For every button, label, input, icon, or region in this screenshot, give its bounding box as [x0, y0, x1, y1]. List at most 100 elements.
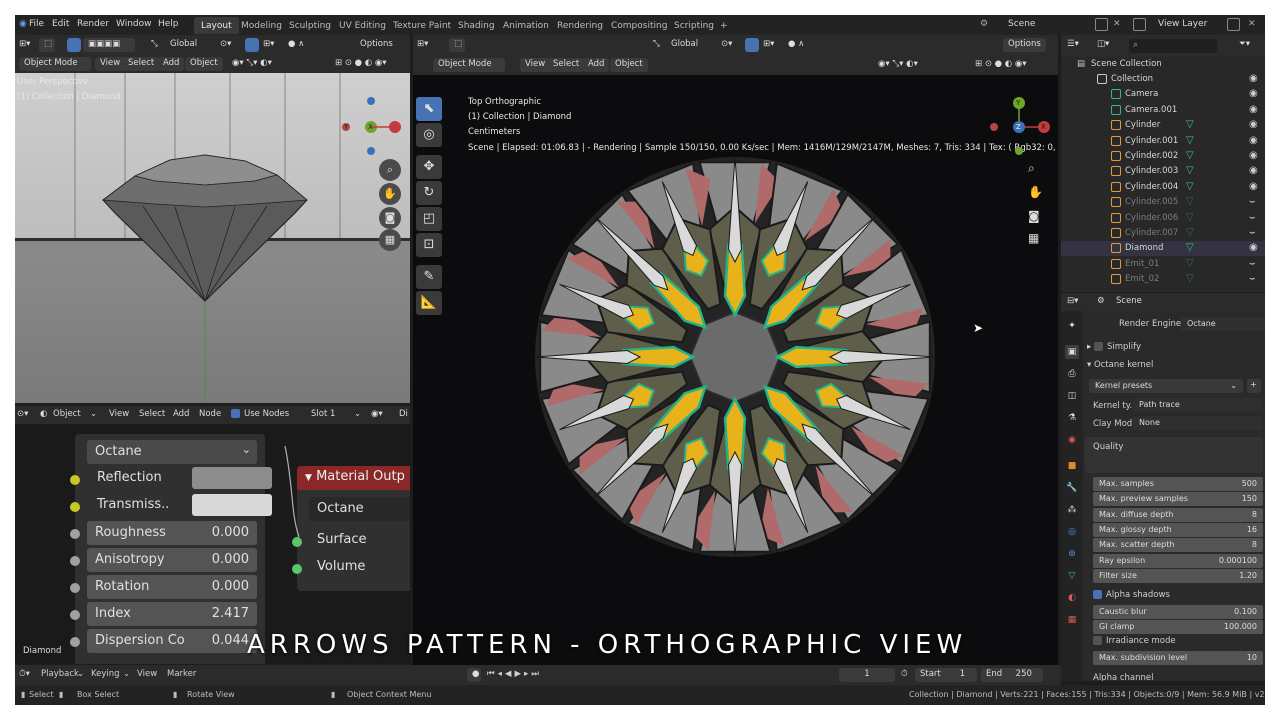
mesh-data-icon[interactable]: ▽: [1186, 273, 1194, 284]
outliner-row[interactable]: Emit_02 ⌣ ▽: [1061, 272, 1265, 287]
quality-field[interactable]: Max. preview samples 150: [1093, 492, 1263, 507]
outliner-row[interactable]: Cylinder.007 ⌣ ▽: [1061, 226, 1265, 241]
start-frame-field[interactable]: Start 1: [915, 668, 977, 682]
material-row-field[interactable]: Dispersion Co 0.044: [87, 629, 257, 653]
material-row-field[interactable]: Index 2.417: [87, 602, 257, 626]
material-props-icon[interactable]: ◐: [1065, 591, 1079, 605]
add-preset-button[interactable]: +: [1247, 379, 1261, 393]
visibility-eye-icon[interactable]: ◉: [1249, 73, 1258, 84]
input-socket[interactable]: [70, 610, 80, 620]
mode-dropdown[interactable]: Object Mode: [19, 57, 91, 71]
alpha-shadows-checkbox[interactable]: Alpha shadows: [1093, 590, 1170, 600]
main-transform-orientation-select[interactable]: Global: [671, 39, 698, 49]
blender-logo-icon[interactable]: ◉: [19, 19, 27, 29]
visibility-eye-icon[interactable]: ⌣: [1249, 212, 1256, 223]
main-zoom-icon[interactable]: ⌕: [1028, 161, 1035, 176]
outliner-row[interactable]: Emit_01 ⌣ ▽: [1061, 257, 1265, 272]
octane-kernel-panel[interactable]: ▾ Octane kernel: [1087, 360, 1153, 370]
color-swatch[interactable]: [192, 467, 272, 489]
main-menu-select[interactable]: Select: [548, 58, 585, 72]
main-proportional-edit-icon[interactable]: ● ∧: [788, 39, 804, 49]
tab-sculpting[interactable]: Sculpting: [282, 17, 338, 34]
tool-annotate-icon[interactable]: ✎: [416, 265, 442, 289]
end-frame-field[interactable]: End 250: [981, 668, 1043, 682]
visibility-eye-icon[interactable]: ◉: [1249, 150, 1258, 161]
main-editor-type-icon[interactable]: ⊞▾: [417, 39, 428, 49]
visibility-eye-icon[interactable]: ◉: [1249, 181, 1258, 192]
left-viewport-canvas[interactable]: User Perspective (1) Collection | Diamon…: [15, 73, 410, 403]
main-options-dropdown[interactable]: Options: [1003, 38, 1046, 52]
tool-props-icon[interactable]: ✦: [1065, 319, 1079, 333]
visibility-eye-icon[interactable]: ⌣: [1249, 196, 1256, 207]
slot-select[interactable]: Slot 1: [311, 409, 335, 419]
material-browse-icon[interactable]: ◉▾: [371, 409, 383, 419]
visibility-eye-icon[interactable]: ◉: [1249, 88, 1258, 99]
timeline-view-menu[interactable]: View: [137, 669, 157, 679]
tab-animation[interactable]: Animation: [496, 17, 556, 34]
view-layer-props-icon[interactable]: ◫: [1065, 389, 1079, 403]
main-transform-orientation-icon[interactable]: ⤡: [653, 39, 660, 49]
tab-rendering[interactable]: Rendering: [550, 17, 610, 34]
snap-icon[interactable]: [245, 38, 259, 52]
shading-mode-icons[interactable]: ⊞ ⊙ ● ◐ ◉▾: [335, 58, 387, 68]
node-menu-add[interactable]: Add: [173, 409, 189, 419]
mesh-data-icon[interactable]: ▽: [1186, 181, 1194, 192]
outliner-row[interactable]: Camera.001 ◉: [1061, 103, 1265, 118]
outliner-row[interactable]: Diamond ◉ ▽: [1061, 241, 1265, 257]
mesh-data-icon[interactable]: ▽: [1186, 119, 1194, 130]
snap-target-icon[interactable]: ⊞▾: [263, 39, 274, 49]
material-row-field[interactable]: Anisotropy 0.000: [87, 548, 257, 572]
tool-rotate-icon[interactable]: ↻: [416, 181, 442, 205]
mode-set-icon[interactable]: [67, 38, 81, 52]
menu-file[interactable]: File: [29, 19, 44, 29]
current-frame-field[interactable]: 1: [839, 668, 895, 682]
visibility-eye-icon[interactable]: ◉: [1249, 104, 1258, 115]
material-row-field[interactable]: Roughness 0.000: [87, 521, 257, 545]
constraints-props-icon[interactable]: ⊚: [1065, 547, 1079, 561]
outliner-row[interactable]: Cylinder.005 ⌣ ▽: [1061, 195, 1265, 210]
main-viewport-gizmo-icons[interactable]: ◉▾ ⤡▾ ◐▾: [878, 59, 918, 69]
visibility-eye-icon[interactable]: ◉: [1249, 242, 1258, 253]
max-subdivision-field[interactable]: Max. subdivision level 10: [1093, 651, 1263, 665]
color-swatch[interactable]: [192, 494, 272, 516]
close-scene-icon[interactable]: ✕: [1113, 19, 1121, 29]
main-grid-icon[interactable]: ▦: [1028, 231, 1039, 245]
shader-object-chevron-icon[interactable]: ⌄: [90, 409, 97, 419]
mesh-data-icon[interactable]: ▽: [1186, 165, 1194, 176]
outliner-row[interactable]: Cylinder.002 ◉ ▽: [1061, 149, 1265, 164]
material-type-dropdown[interactable]: Octane ⌄: [87, 440, 257, 464]
outliner-row[interactable]: Camera ◉: [1061, 87, 1265, 102]
outliner-filter-icon[interactable]: ⏷▾: [1239, 39, 1250, 49]
camera-view-icon[interactable]: ◙: [379, 207, 401, 229]
visibility-eye-icon[interactable]: ◉: [1249, 119, 1258, 130]
node-menu-view[interactable]: View: [109, 409, 129, 419]
outliner-row[interactable]: Cylinder.004 ◉ ▽: [1061, 180, 1265, 195]
render-props-icon[interactable]: ▣: [1065, 345, 1079, 359]
tool-select-icon[interactable]: ⬉: [416, 97, 442, 121]
menu-select[interactable]: Select: [123, 57, 160, 71]
input-socket[interactable]: [70, 556, 80, 566]
visibility-eye-icon[interactable]: ⌣: [1249, 273, 1256, 284]
quality-panel-header[interactable]: Quality: [1085, 437, 1263, 473]
mesh-data-icon[interactable]: ▽: [1186, 196, 1194, 207]
main-shading-mode-icons[interactable]: ⊞ ⊙ ● ◐ ◉▾: [975, 59, 1027, 69]
outliner-display-icon[interactable]: ◫▾: [1097, 39, 1109, 49]
kernel-type-select[interactable]: Path trace: [1133, 398, 1263, 412]
quality-field[interactable]: Caustic blur 0.100: [1093, 605, 1263, 619]
mesh-data-icon[interactable]: ▽: [1186, 135, 1194, 146]
tool-cursor-icon[interactable]: ◎: [416, 123, 442, 147]
main-menu-view[interactable]: View: [520, 58, 551, 72]
main-pivot-icon[interactable]: ⊙▾: [721, 39, 732, 49]
scene-selector[interactable]: Scene: [1008, 19, 1035, 29]
material-name-truncated[interactable]: Di: [399, 409, 408, 419]
main-mode-dropdown[interactable]: Object Mode: [433, 58, 505, 72]
input-socket[interactable]: [70, 583, 80, 593]
mesh-data-icon[interactable]: ▽: [1186, 242, 1194, 253]
timeline-keying-menu[interactable]: Keying: [91, 669, 120, 679]
main-snap-icon[interactable]: [745, 38, 759, 52]
kernel-presets-select[interactable]: Kernel presets ⌄: [1089, 379, 1243, 393]
tool-measure-icon[interactable]: 📐: [416, 291, 442, 315]
main-axis-gizmo[interactable]: [989, 95, 1058, 165]
quality-field[interactable]: Filter size 1.20: [1093, 568, 1263, 583]
menu-object[interactable]: Object: [185, 57, 223, 71]
